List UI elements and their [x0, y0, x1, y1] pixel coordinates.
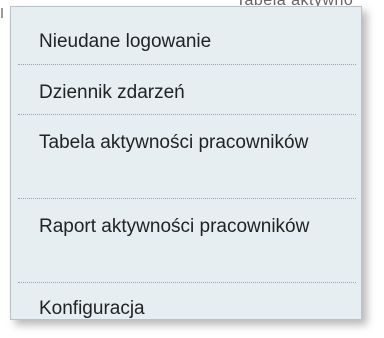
menu-item-nieudane-logowanie[interactable]: Nieudane logowanie — [18, 15, 356, 65]
menu-item-konfiguracja[interactable]: Konfiguracja — [18, 283, 356, 319]
menu-item-label: Konfiguracja — [39, 298, 145, 319]
menu-item-raport-aktywnosci[interactable]: Raport aktywności pracowników — [18, 199, 356, 283]
background-divider — [1, 8, 3, 18]
menu-item-label: Tabela aktywności pracowników — [39, 132, 309, 153]
context-menu: Nieudane logowanie Dziennik zdarzeń Tabe… — [10, 6, 362, 320]
menu-item-label: Dziennik zdarzeń — [39, 82, 185, 103]
menu-item-label: Raport aktywności pracowników — [39, 216, 310, 237]
menu-item-label: Nieudane logowanie — [39, 31, 212, 52]
menu-item-tabela-aktywnosci[interactable]: Tabela aktywności pracowników — [18, 115, 356, 199]
menu-item-dziennik-zdarzen[interactable]: Dziennik zdarzeń — [18, 65, 356, 115]
